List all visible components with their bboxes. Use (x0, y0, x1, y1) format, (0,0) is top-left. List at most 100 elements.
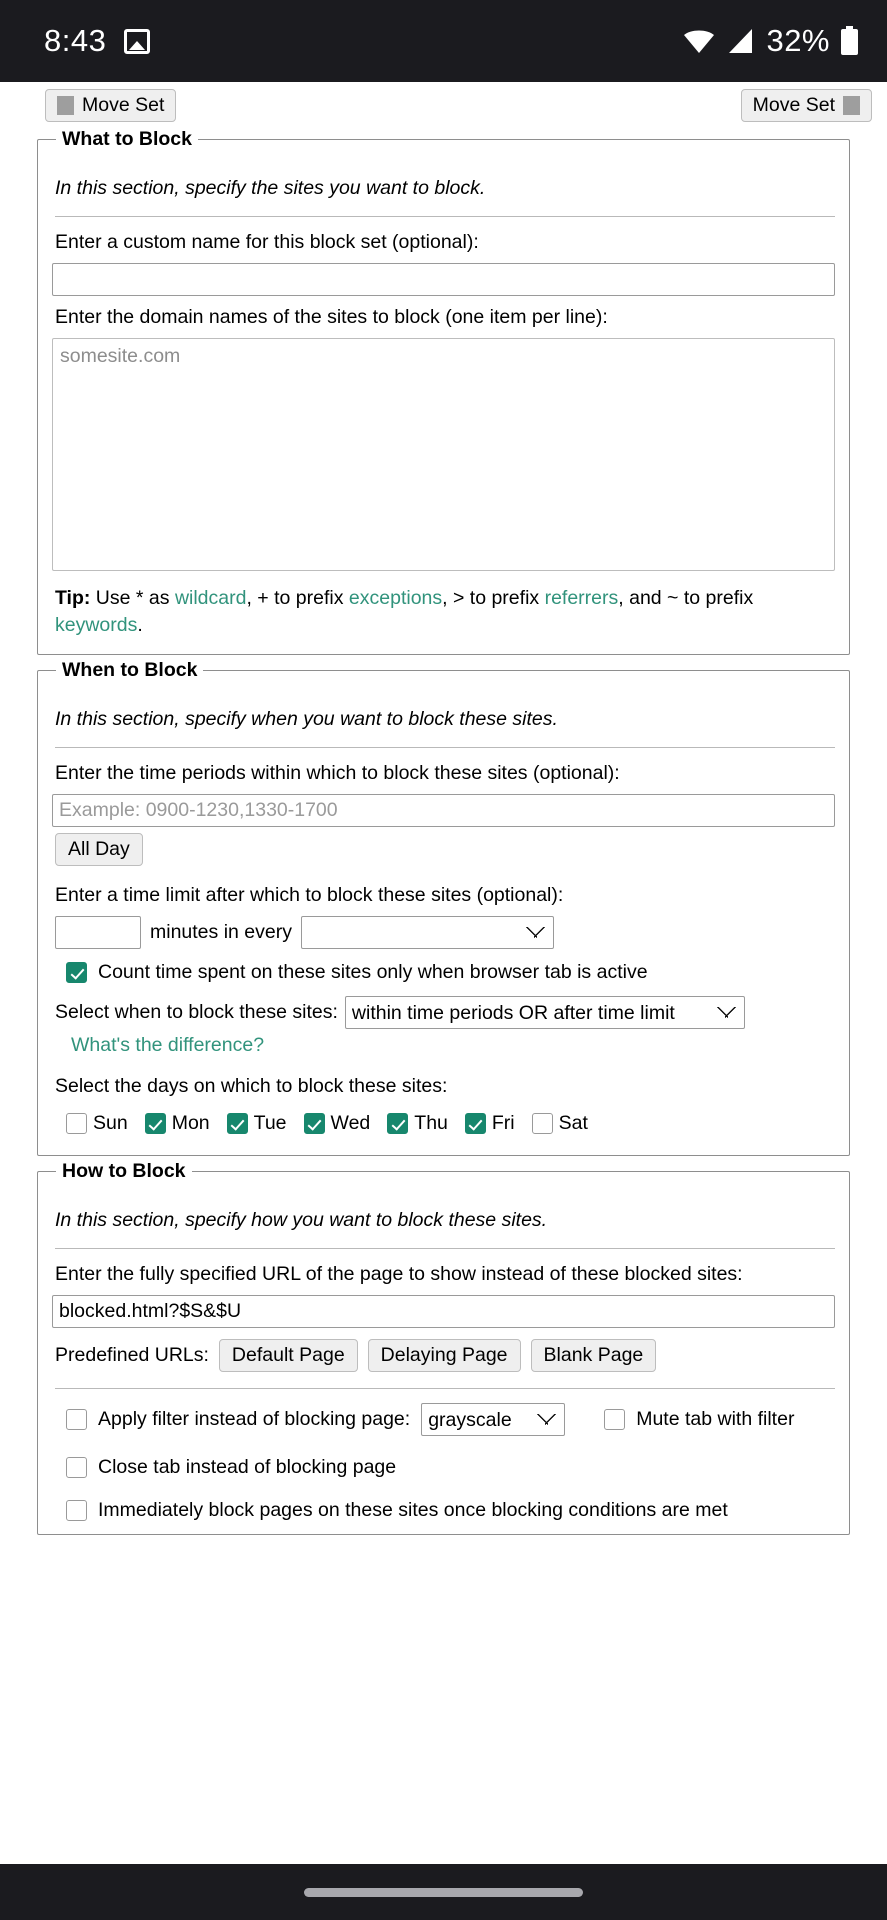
apply-filter-checkbox[interactable] (66, 1409, 87, 1431)
custom-name-label: Enter a custom name for this block set (… (55, 231, 479, 253)
day-label-sat: Sat (558, 1112, 588, 1135)
all-day-button[interactable]: All Day (55, 833, 143, 867)
day-label-wed: Wed (330, 1112, 371, 1135)
battery-percent-label: 32% (766, 23, 830, 58)
day-label-tue: Tue (253, 1112, 287, 1135)
blank-page-button[interactable]: Blank Page (530, 1339, 657, 1373)
android-navigation-bar (0, 1864, 887, 1920)
time-limit-period-select[interactable] (300, 916, 554, 950)
how-to-block-legend: How to Block (62, 1160, 186, 1183)
mute-tab-checkbox[interactable] (604, 1409, 626, 1431)
divider (55, 216, 835, 217)
immediate-block-checkbox[interactable] (66, 1500, 87, 1522)
select-when-row: Select when to block these sites: within… (55, 996, 835, 1030)
select-when-label: Select when to block these sites: (55, 1001, 338, 1024)
tip-text-5: . (137, 613, 143, 636)
day-label-mon: Mon (171, 1112, 210, 1135)
cell-signal-icon (729, 29, 753, 53)
tip-text-1: Use * as (90, 587, 175, 609)
close-tab-label: Close tab instead of blocking page (98, 1456, 397, 1479)
immediate-block-label: Immediately block pages on these sites o… (98, 1499, 728, 1522)
apply-filter-label: Apply filter instead of blocking page: (98, 1408, 411, 1431)
divider (55, 1248, 835, 1250)
wildcard-tip: Tip: Use * as wildcard, + to prefix exce… (55, 585, 835, 638)
when-to-block-legend: When to Block (62, 659, 198, 682)
select-when-dropdown[interactable]: within time periods OR after time limit (344, 996, 745, 1030)
day-checkbox-wed[interactable]: Wed (303, 1112, 371, 1135)
day-checkbox-sun[interactable]: Sun (66, 1112, 128, 1135)
day-checkbox-fri[interactable]: Fri (464, 1112, 515, 1135)
day-checkbox-mon[interactable]: Mon (144, 1112, 210, 1135)
divider (55, 747, 835, 749)
days-checkbox-group: Sun Mon Tue Wed Thu Fri Sat (66, 1112, 835, 1135)
move-set-toolbar: Move Set Move Set (9, 82, 878, 128)
checkbox-sat[interactable] (531, 1113, 553, 1135)
count-active-checkbox-row[interactable]: Count time spent on these sites only whe… (66, 961, 835, 984)
exceptions-link[interactable]: exceptions (349, 587, 442, 609)
time-periods-label: Enter the time periods within which to b… (55, 762, 620, 785)
move-handle-icon (57, 96, 74, 116)
when-to-block-section: When to Block In this section, specify w… (37, 659, 850, 1157)
time-periods-input[interactable] (52, 794, 835, 828)
move-set-left-button[interactable]: Move Set (45, 89, 177, 123)
immediate-block-row[interactable]: Immediately block pages on these sites o… (66, 1499, 835, 1522)
day-label-sun: Sun (93, 1112, 128, 1135)
move-set-right-label: Move Set (752, 94, 835, 116)
move-set-left-label: Move Set (82, 94, 165, 116)
checkbox-sun[interactable] (66, 1113, 87, 1135)
close-tab-row[interactable]: Close tab instead of blocking page (66, 1456, 835, 1479)
days-label: Select the days on which to block these … (55, 1075, 448, 1098)
move-handle-icon (843, 96, 860, 116)
android-status-bar: 8:43 32% (0, 0, 887, 82)
domains-textarea[interactable] (52, 338, 835, 571)
keywords-link[interactable]: keywords (55, 614, 137, 636)
apply-filter-group[interactable]: Apply filter instead of blocking page: g… (66, 1403, 566, 1437)
mute-tab-label: Mute tab with filter (636, 1408, 795, 1431)
blocked-url-label: Enter the fully specified URL of the pag… (55, 1263, 743, 1286)
wildcard-link[interactable]: wildcard (175, 587, 247, 609)
day-label-fri: Fri (491, 1112, 515, 1135)
status-bar-right: 32% (682, 23, 859, 59)
checkbox-fri[interactable] (464, 1113, 486, 1135)
tip-text-3: , > to prefix (442, 587, 545, 609)
what-to-block-section: What to Block In this section, specify t… (37, 128, 850, 656)
count-active-label: Count time spent on these sites only whe… (98, 961, 648, 984)
minutes-in-every-label: minutes in every (150, 921, 292, 944)
time-limit-label: Enter a time limit after which to block … (55, 884, 564, 907)
referrers-link[interactable]: referrers (545, 587, 619, 609)
divider (55, 1388, 835, 1390)
move-set-right-button[interactable]: Move Set (740, 89, 872, 123)
whats-the-difference-link[interactable]: What's the difference? (71, 1034, 835, 1057)
how-to-block-description: In this section, specify how you want to… (55, 1209, 548, 1232)
mute-tab-group[interactable]: Mute tab with filter (604, 1408, 794, 1431)
battery-icon (841, 26, 858, 55)
what-to-block-legend: What to Block (62, 128, 192, 150)
how-to-block-section: How to Block In this section, specify ho… (37, 1160, 850, 1536)
default-page-button[interactable]: Default Page (218, 1339, 358, 1373)
status-bar-left: 8:43 (44, 23, 151, 59)
day-checkbox-tue[interactable]: Tue (226, 1112, 287, 1135)
apply-filter-row: Apply filter instead of blocking page: g… (66, 1403, 835, 1437)
day-checkbox-thu[interactable]: Thu (387, 1112, 448, 1135)
tip-text-2: , + to prefix (246, 587, 349, 609)
wifi-icon (684, 30, 715, 53)
checkbox-thu[interactable] (387, 1113, 409, 1135)
what-to-block-description: In this section, specify the sites you w… (55, 177, 486, 199)
custom-name-input[interactable] (52, 263, 835, 296)
tip-bold-label: Tip: (55, 587, 91, 609)
tip-text-4: , and ~ to prefix (618, 587, 754, 609)
delaying-page-button[interactable]: Delaying Page (367, 1339, 521, 1373)
time-limit-minutes-input[interactable] (55, 916, 141, 950)
day-label-thu: Thu (414, 1112, 448, 1135)
checkbox-wed[interactable] (303, 1113, 325, 1135)
day-checkbox-sat[interactable]: Sat (531, 1112, 588, 1135)
count-active-checkbox[interactable] (66, 962, 87, 984)
extension-options-page: Move Set Move Set What to Block In this … (0, 82, 887, 1864)
predefined-urls-row: Predefined URLs: Default Page Delaying P… (55, 1339, 835, 1373)
checkbox-mon[interactable] (144, 1113, 166, 1135)
blocked-url-input[interactable] (52, 1295, 835, 1329)
home-gesture-pill[interactable] (304, 1887, 583, 1897)
filter-type-select[interactable]: grayscale (421, 1403, 566, 1437)
checkbox-tue[interactable] (226, 1113, 248, 1135)
close-tab-checkbox[interactable] (66, 1457, 87, 1479)
